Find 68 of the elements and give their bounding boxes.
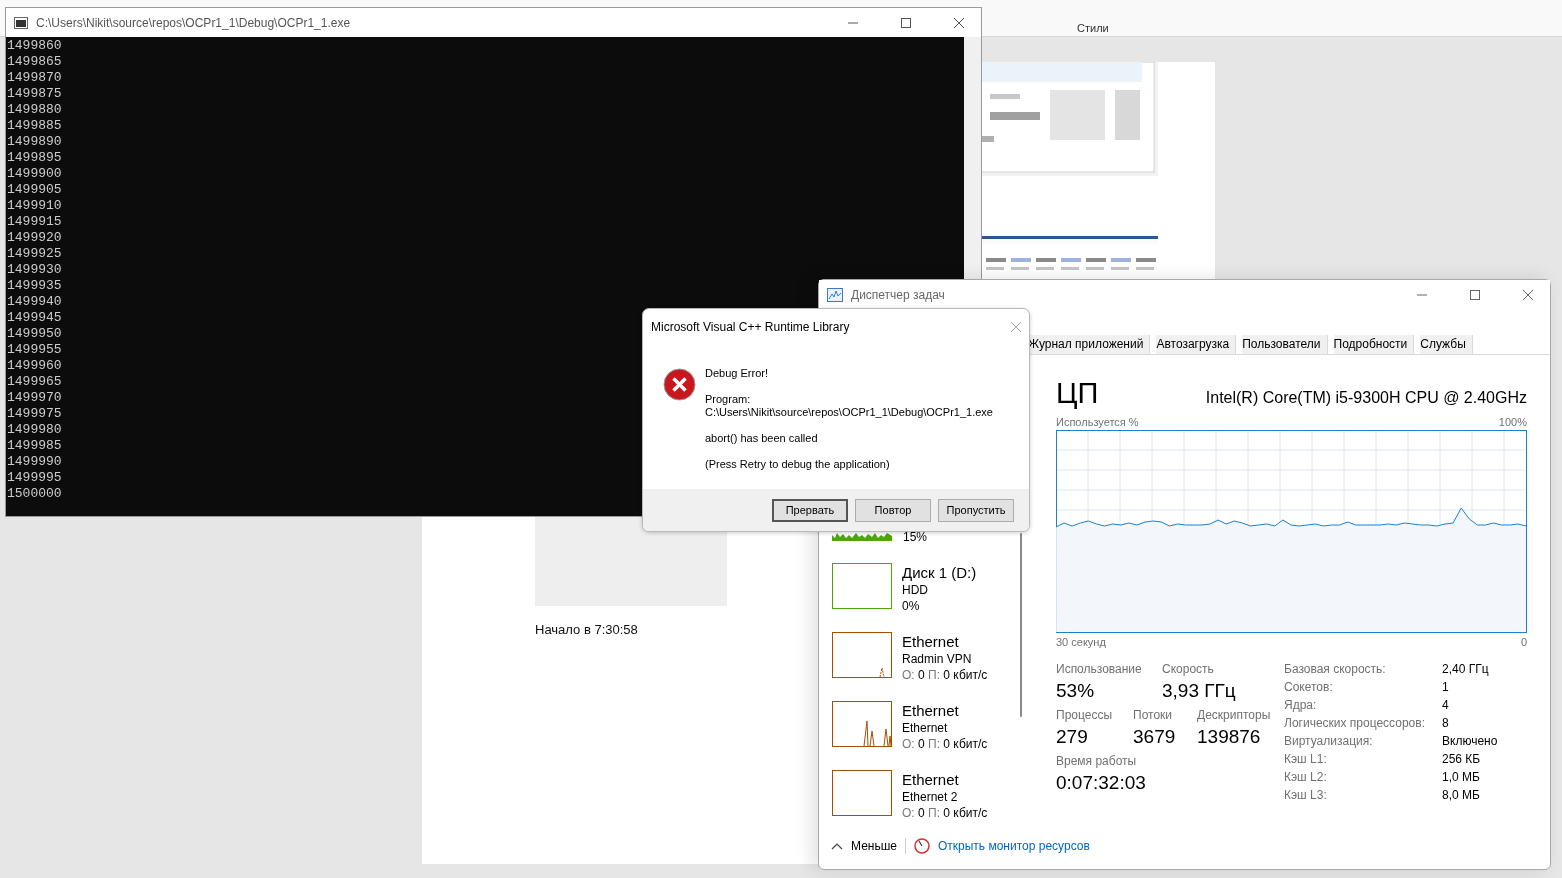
- maximize-icon[interactable]: [1469, 289, 1480, 300]
- window-title: C:\Users\Nikit\source\repos\OCPr1_1\Debug\OCPr1_1.exe: [36, 15, 352, 30]
- spec-value: 4: [1442, 698, 1450, 714]
- spec-label: Логических процессоров:: [1284, 716, 1426, 732]
- axis-label: Используется %: [1056, 416, 1139, 428]
- ribbon-group-label: Стили: [1077, 22, 1110, 36]
- stat-value: 279: [1056, 726, 1089, 748]
- error-message: abort() has been called: [705, 432, 819, 445]
- close-icon[interactable]: [953, 17, 964, 28]
- spec-label: Базовая скорость:: [1284, 662, 1387, 678]
- gauge-icon: [914, 838, 930, 854]
- dialog-button[interactable]: Прервать: [772, 498, 848, 522]
- spec-value: 1,0 МБ: [1442, 770, 1481, 786]
- tab[interactable]: Службы: [1420, 335, 1473, 354]
- spec-label: Ядра:: [1284, 698, 1318, 714]
- stat-value: 139876: [1197, 726, 1262, 748]
- error-hint: (Press Retry to debug the application): [705, 458, 891, 471]
- chart-icon: [827, 287, 843, 302]
- error-icon: [663, 368, 696, 401]
- scrollbar[interactable]: [1020, 533, 1022, 717]
- tab[interactable]: Подробности: [1333, 335, 1415, 354]
- tab[interactable]: Журнал приложений: [1028, 335, 1151, 354]
- spec-value: 256 КБ: [1442, 752, 1482, 768]
- maximize-icon[interactable]: [900, 17, 911, 28]
- spec-value: 8: [1442, 716, 1450, 732]
- program-label: Program:: [705, 393, 752, 406]
- window-title: Диспетчер задач: [851, 287, 946, 302]
- console-icon: [14, 16, 28, 29]
- stat-value: 0:07:32:03: [1056, 772, 1146, 794]
- spec-label: Кэш L1:: [1284, 752, 1328, 768]
- stat-label: Потоки: [1133, 708, 1174, 722]
- spec-value: 8,0 МБ: [1442, 788, 1481, 804]
- resource-item[interactable]: Ethernet Radmin VPN О: 0 П: 0 кбит/с: [819, 632, 1028, 683]
- spec-value: 2,40 ГГц: [1442, 662, 1490, 678]
- spec-label: Кэш L3:: [1284, 788, 1328, 804]
- document-text: Начало в 7:30:58: [535, 622, 639, 637]
- dialog-title: Microsoft Visual C++ Runtime Library: [651, 320, 850, 334]
- tab[interactable]: Автозагрузка: [1156, 335, 1237, 354]
- spec-label: Сокетов:: [1284, 680, 1334, 696]
- dialog-button[interactable]: Пропустить: [938, 498, 1014, 522]
- dialog-button[interactable]: Повтор: [855, 498, 931, 522]
- close-icon[interactable]: [1522, 289, 1533, 300]
- resource-item[interactable]: Ethernet Ethernet О: 0 П: 0 кбит/с: [819, 701, 1028, 752]
- fewer-details-button[interactable]: Меньше: [831, 839, 897, 853]
- stat-label: Скорость: [1162, 662, 1215, 676]
- resource-item[interactable]: Диск 1 (D:) HDD 0%: [819, 563, 1028, 614]
- cpu-model: Intel(R) Core(TM) i5-9300H CPU @ 2.40GHz: [1205, 389, 1527, 407]
- axis-label: 100%: [1498, 416, 1527, 428]
- error-heading: Debug Error!: [705, 367, 769, 380]
- stat-label: Время работы: [1056, 754, 1138, 768]
- chevron-icon: [831, 842, 843, 850]
- spec-value: 1: [1442, 680, 1450, 696]
- axis-label: 30 секунд: [1056, 636, 1106, 648]
- resource-item[interactable]: Ethernet Ethernet 2 О: 0 П: 0 кбит/с: [819, 770, 1028, 821]
- spec-label: Виртуализация:: [1284, 734, 1374, 750]
- stat-label: Использование: [1056, 662, 1143, 676]
- stat-value: 53%: [1056, 680, 1096, 702]
- spec-value: Включено: [1442, 734, 1498, 750]
- section-heading: ЦП: [1056, 377, 1099, 410]
- tab[interactable]: Пользователи: [1242, 335, 1328, 354]
- stat-label: Процессы: [1056, 708, 1113, 722]
- spec-label: Кэш L2:: [1284, 770, 1328, 786]
- stat-value: 3679: [1133, 726, 1177, 748]
- resource-monitor-link[interactable]: Открыть монитор ресурсов: [938, 839, 1090, 853]
- stat-value: 3,93 ГГц: [1162, 680, 1236, 702]
- axis-label: 0: [1520, 636, 1527, 648]
- usage-value: 15%: [902, 529, 928, 545]
- stat-label: Дескрипторы: [1197, 708, 1271, 722]
